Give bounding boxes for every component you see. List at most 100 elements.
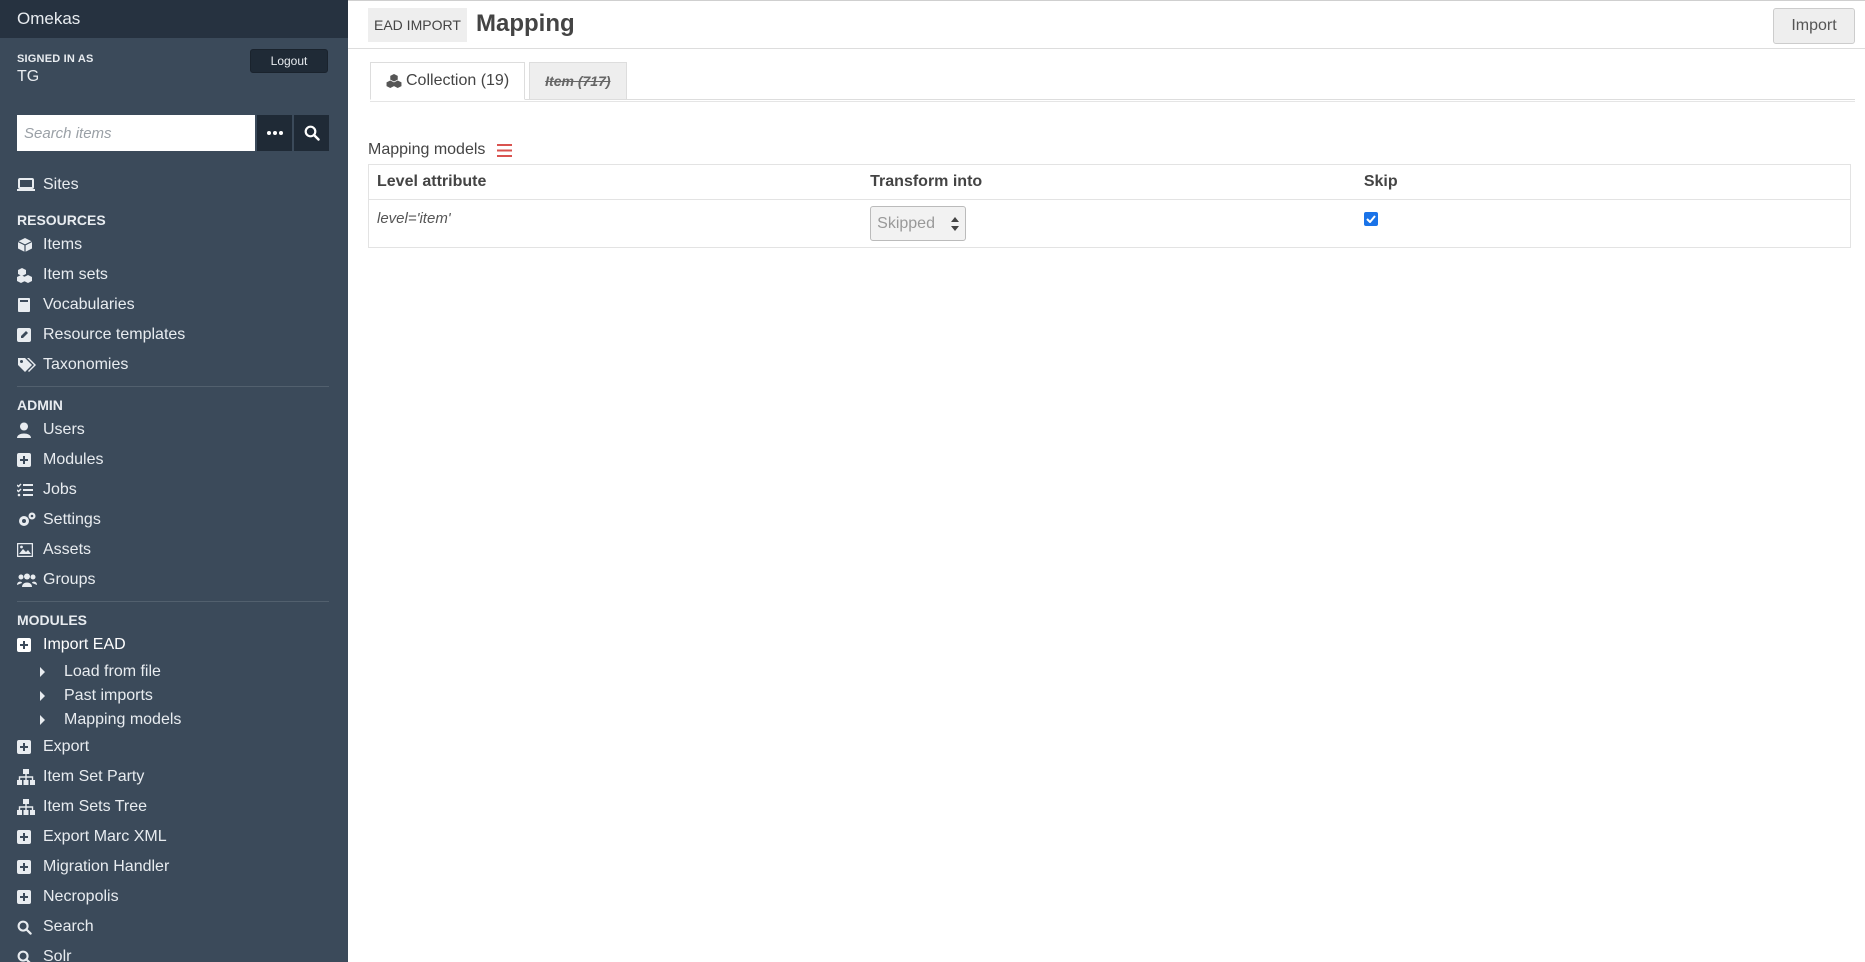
cubes-icon	[386, 74, 402, 88]
sidebar-item-taxonomies[interactable]: Taxonomies	[0, 350, 348, 380]
checkmark-icon	[1366, 214, 1376, 223]
skip-cell	[1356, 200, 1851, 248]
sidebar-item-label: Solr	[43, 948, 72, 962]
transform-select[interactable]: Skipped	[870, 206, 967, 241]
sidebar-item-item-set-party[interactable]: Item Set Party	[0, 762, 348, 792]
skip-checkbox[interactable]	[1363, 211, 1378, 226]
select-arrows-icon	[951, 217, 960, 231]
plus-square-icon	[17, 889, 37, 905]
sidebar-item-items[interactable]: Items	[0, 230, 348, 260]
import-button[interactable]: Import	[1773, 8, 1855, 44]
sidebar-item-solr[interactable]: Solr	[0, 942, 348, 962]
cogs-icon	[17, 512, 37, 528]
bars-icon[interactable]	[497, 143, 513, 157]
advanced-search-button[interactable]	[257, 115, 293, 151]
divider	[17, 386, 329, 387]
sidebar-item-migration-handler[interactable]: Migration Handler	[0, 852, 348, 882]
sidebar-item-vocabularies[interactable]: Vocabularies	[0, 290, 348, 320]
sidebar-item-label: Item sets	[43, 266, 108, 283]
users-icon	[17, 572, 37, 588]
sidebar-item-label: Users	[43, 421, 85, 438]
sidebar-item-search[interactable]: Search	[0, 912, 348, 942]
mapping-models-label: Mapping models	[368, 141, 486, 158]
sidebar-item-label: Modules	[43, 451, 104, 468]
sidebar-item-label: Necropolis	[43, 888, 119, 905]
sitemap-icon	[17, 769, 37, 785]
sidebar-item-label: Item Set Party	[43, 768, 145, 785]
sidebar-item-groups[interactable]: Groups	[0, 565, 348, 595]
sitemap-icon	[17, 799, 37, 815]
search-bar	[17, 115, 329, 151]
column-header-level-attribute: Level attribute	[368, 164, 863, 200]
sidebar-item-necropolis[interactable]: Necropolis	[0, 882, 348, 912]
sidebar-subitem-past-imports[interactable]: Past imports	[0, 684, 348, 708]
column-header-skip: Skip	[1355, 164, 1851, 200]
sidebar-subitem-label: Past imports	[64, 687, 153, 704]
sidebar-item-label: Import EAD	[43, 636, 126, 653]
sidebar-subitem-label: Load from file	[64, 663, 161, 680]
sidebar-item-item-sets[interactable]: Item sets	[0, 260, 348, 290]
search-icon	[17, 919, 37, 935]
cube-icon	[17, 237, 37, 253]
sidebar-item-export-marc-xml[interactable]: Export Marc XML	[0, 822, 348, 852]
sidebar-item-label: Jobs	[43, 481, 77, 498]
plus-square-icon	[17, 739, 37, 755]
sidebar-item-modules[interactable]: Modules	[0, 445, 348, 475]
tags-icon	[17, 357, 37, 373]
caret-right-icon	[40, 691, 45, 701]
logout-button[interactable]: Logout	[250, 49, 328, 73]
ellipsis-icon	[266, 131, 283, 135]
sidebar-item-assets[interactable]: Assets	[0, 535, 348, 565]
sidebar-item-settings[interactable]: Settings	[0, 505, 348, 535]
sidebar-item-users[interactable]: Users	[0, 415, 348, 445]
plus-square-icon	[17, 829, 37, 845]
section-resources: RESOURCES	[17, 212, 106, 228]
main-content: EAD IMPORT Mapping Import Collection (19…	[348, 0, 1865, 962]
tab-label: Item (717)	[545, 73, 611, 89]
sidebar-item-label: Items	[43, 236, 83, 253]
level-attribute-cell: level='item'	[377, 210, 451, 227]
sidebar: Omekas SIGNED IN AS TG Logout Sites RESO…	[0, 0, 348, 962]
sidebar-item-label: Groups	[43, 571, 96, 588]
sidebar-nav: Sites RESOURCES Items Item sets Vocabula…	[0, 170, 348, 962]
search-icon	[17, 949, 37, 962]
pencil-square-icon	[17, 327, 37, 343]
sidebar-item-resource-templates[interactable]: Resource templates	[0, 320, 348, 350]
sidebar-subitem-mapping-models[interactable]: Mapping models	[0, 708, 348, 732]
tab-collection[interactable]: Collection (19)	[370, 62, 526, 100]
tab-item[interactable]: Item (717)	[529, 62, 627, 99]
plus-square-icon	[17, 452, 37, 468]
tab-bar: Collection (19) Item (717)	[370, 62, 1855, 100]
search-input[interactable]	[17, 115, 256, 151]
sidebar-item-label: Vocabularies	[43, 296, 135, 313]
search-icon	[304, 125, 320, 141]
divider	[370, 101, 1855, 102]
page-title: Mapping	[476, 10, 575, 37]
plus-square-icon	[17, 859, 37, 875]
sidebar-item-label: Migration Handler	[43, 858, 170, 875]
page-header: EAD IMPORT Mapping Import	[348, 0, 1865, 49]
sidebar-item-sites[interactable]: Sites	[0, 170, 348, 200]
brand-label[interactable]: Omekas	[17, 9, 80, 29]
sidebar-item-item-sets-tree[interactable]: Item Sets Tree	[0, 792, 348, 822]
sidebar-item-label: Taxonomies	[43, 356, 129, 373]
sidebar-item-import-ead[interactable]: Import EAD	[0, 630, 348, 660]
app-brand[interactable]: Omekas	[0, 0, 348, 38]
table-row: level='item' Skipped	[369, 200, 1851, 248]
sidebar-item-export[interactable]: Export	[0, 732, 348, 762]
caret-right-icon	[40, 667, 45, 677]
sidebar-item-label: Sites	[43, 176, 79, 193]
sidebar-item-label: Search	[43, 918, 94, 935]
transform-cell: Skipped	[862, 200, 1356, 248]
sidebar-item-label: Item Sets Tree	[43, 798, 148, 815]
sidebar-item-label: Settings	[43, 511, 101, 528]
search-submit-button[interactable]	[294, 115, 329, 151]
sidebar-item-label: Export	[43, 738, 90, 755]
divider	[17, 601, 329, 602]
sidebar-subitem-load-from-file[interactable]: Load from file	[0, 660, 348, 684]
plus-square-icon	[17, 637, 37, 653]
sidebar-item-jobs[interactable]: Jobs	[0, 475, 348, 505]
section-modules: MODULES	[17, 612, 87, 628]
cubes-icon	[17, 267, 37, 283]
sidebar-item-label: Assets	[43, 541, 92, 558]
